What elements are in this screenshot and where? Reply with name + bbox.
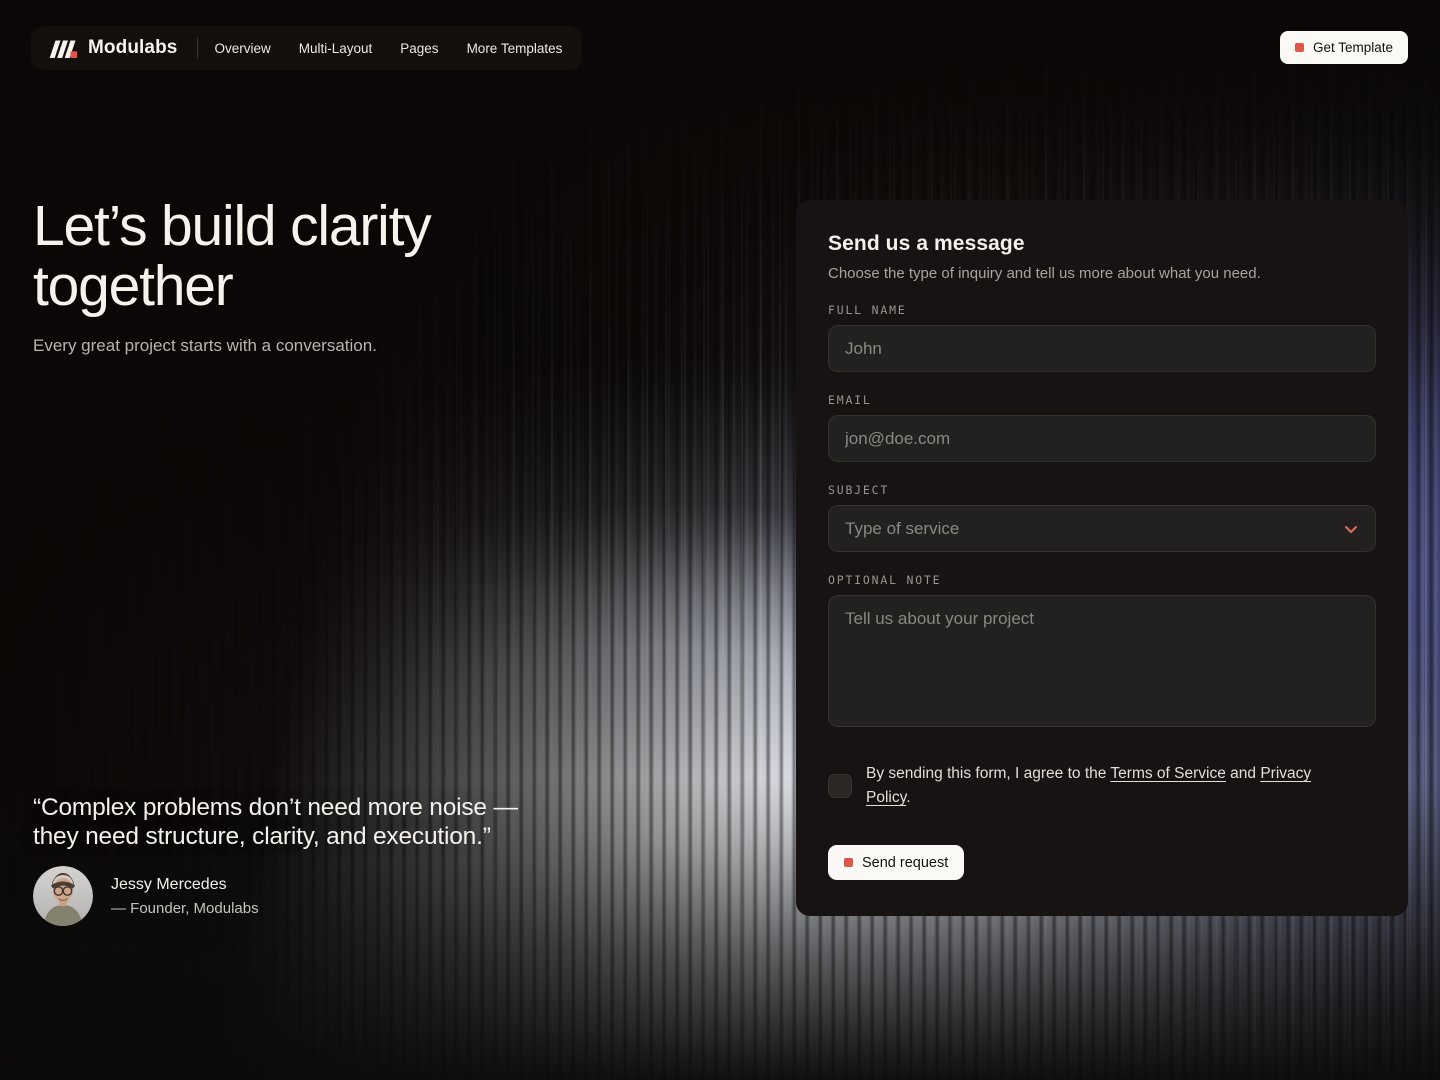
quote-author-info: Jessy Mercedes — Founder, Modulabs: [111, 876, 259, 917]
email-input[interactable]: [828, 415, 1376, 462]
nav-link-pages[interactable]: Pages: [400, 41, 438, 56]
full-name-input[interactable]: [828, 325, 1376, 372]
form-title: Send us a message: [828, 232, 1025, 255]
page-title: Let’s build clarity together: [33, 196, 553, 316]
note-label: OPTIONAL NOTE: [828, 573, 942, 587]
quote-author-role: — Founder, Modulabs: [111, 899, 259, 917]
send-request-button[interactable]: Send request: [828, 845, 965, 880]
contact-landing-page: Modulabs Overview Multi-Layout Pages Mor…: [0, 0, 1440, 1080]
consent-conjunction: and: [1225, 765, 1261, 782]
subject-label: SUBJECT: [828, 483, 890, 497]
nav-divider: [197, 37, 199, 59]
full-name-label: FULL NAME: [828, 303, 907, 317]
page-title-line-2: together: [33, 254, 234, 318]
subject-select-value: Type of service: [845, 518, 960, 538]
subject-select[interactable]: Type of service: [828, 505, 1376, 552]
brand-logo[interactable]: Modulabs: [48, 37, 177, 59]
terms-of-service-link[interactable]: Terms of Service: [1110, 765, 1225, 782]
chevron-down-icon: [1343, 521, 1359, 537]
email-label: EMAIL: [828, 393, 872, 407]
email-field-group: EMAIL: [828, 393, 1376, 462]
avatar: [33, 866, 93, 926]
consent-prefix: By sending this form, I agree to the: [866, 765, 1111, 782]
accent-square-icon: [1294, 43, 1304, 52]
page-title-line-1: Let’s build clarity: [33, 194, 432, 258]
nav-link-more-templates[interactable]: More Templates: [467, 41, 563, 56]
quote-author-name: Jessy Mercedes: [111, 875, 227, 893]
consent-checkbox[interactable]: [828, 774, 852, 798]
consent-suffix: .: [906, 789, 911, 806]
quote-author-row: Jessy Mercedes — Founder, Modulabs: [33, 866, 553, 926]
navbar: Modulabs Overview Multi-Layout Pages Mor…: [31, 26, 583, 70]
get-template-button[interactable]: Get Template: [1279, 31, 1408, 64]
full-name-field-group: FULL NAME: [828, 303, 1376, 372]
nav-link-overview[interactable]: Overview: [214, 41, 270, 56]
nav-links: Overview Multi-Layout Pages More Templat…: [214, 41, 562, 56]
nav-link-multi-layout[interactable]: Multi-Layout: [299, 41, 373, 56]
brand-name: Modulabs: [88, 37, 178, 58]
get-template-label: Get Template: [1312, 40, 1393, 55]
quote-text: “Complex problems don’t need more noise …: [33, 794, 518, 850]
contact-form-card: Send us a message Choose the type of inq…: [796, 200, 1408, 916]
accent-square-icon: [844, 858, 853, 867]
note-textarea[interactable]: [828, 595, 1376, 727]
send-request-label: Send request: [862, 854, 949, 871]
hero-subtitle: Every great project starts with a conver…: [33, 336, 377, 355]
note-field-group: OPTIONAL NOTE: [828, 573, 1376, 732]
consent-row: By sending this form, I agree to the Ter…: [828, 762, 1376, 810]
consent-text: By sending this form, I agree to the Ter…: [866, 762, 1344, 810]
form-subtitle: Choose the type of inquiry and tell us m…: [828, 265, 1261, 282]
testimonial-quote-block: “Complex problems don’t need more noise …: [33, 793, 553, 926]
subject-field-group: SUBJECT Type of service: [828, 483, 1376, 552]
modulabs-logo-icon: [48, 37, 78, 59]
hero-section: Let’s build clarity together Every great…: [33, 196, 553, 356]
